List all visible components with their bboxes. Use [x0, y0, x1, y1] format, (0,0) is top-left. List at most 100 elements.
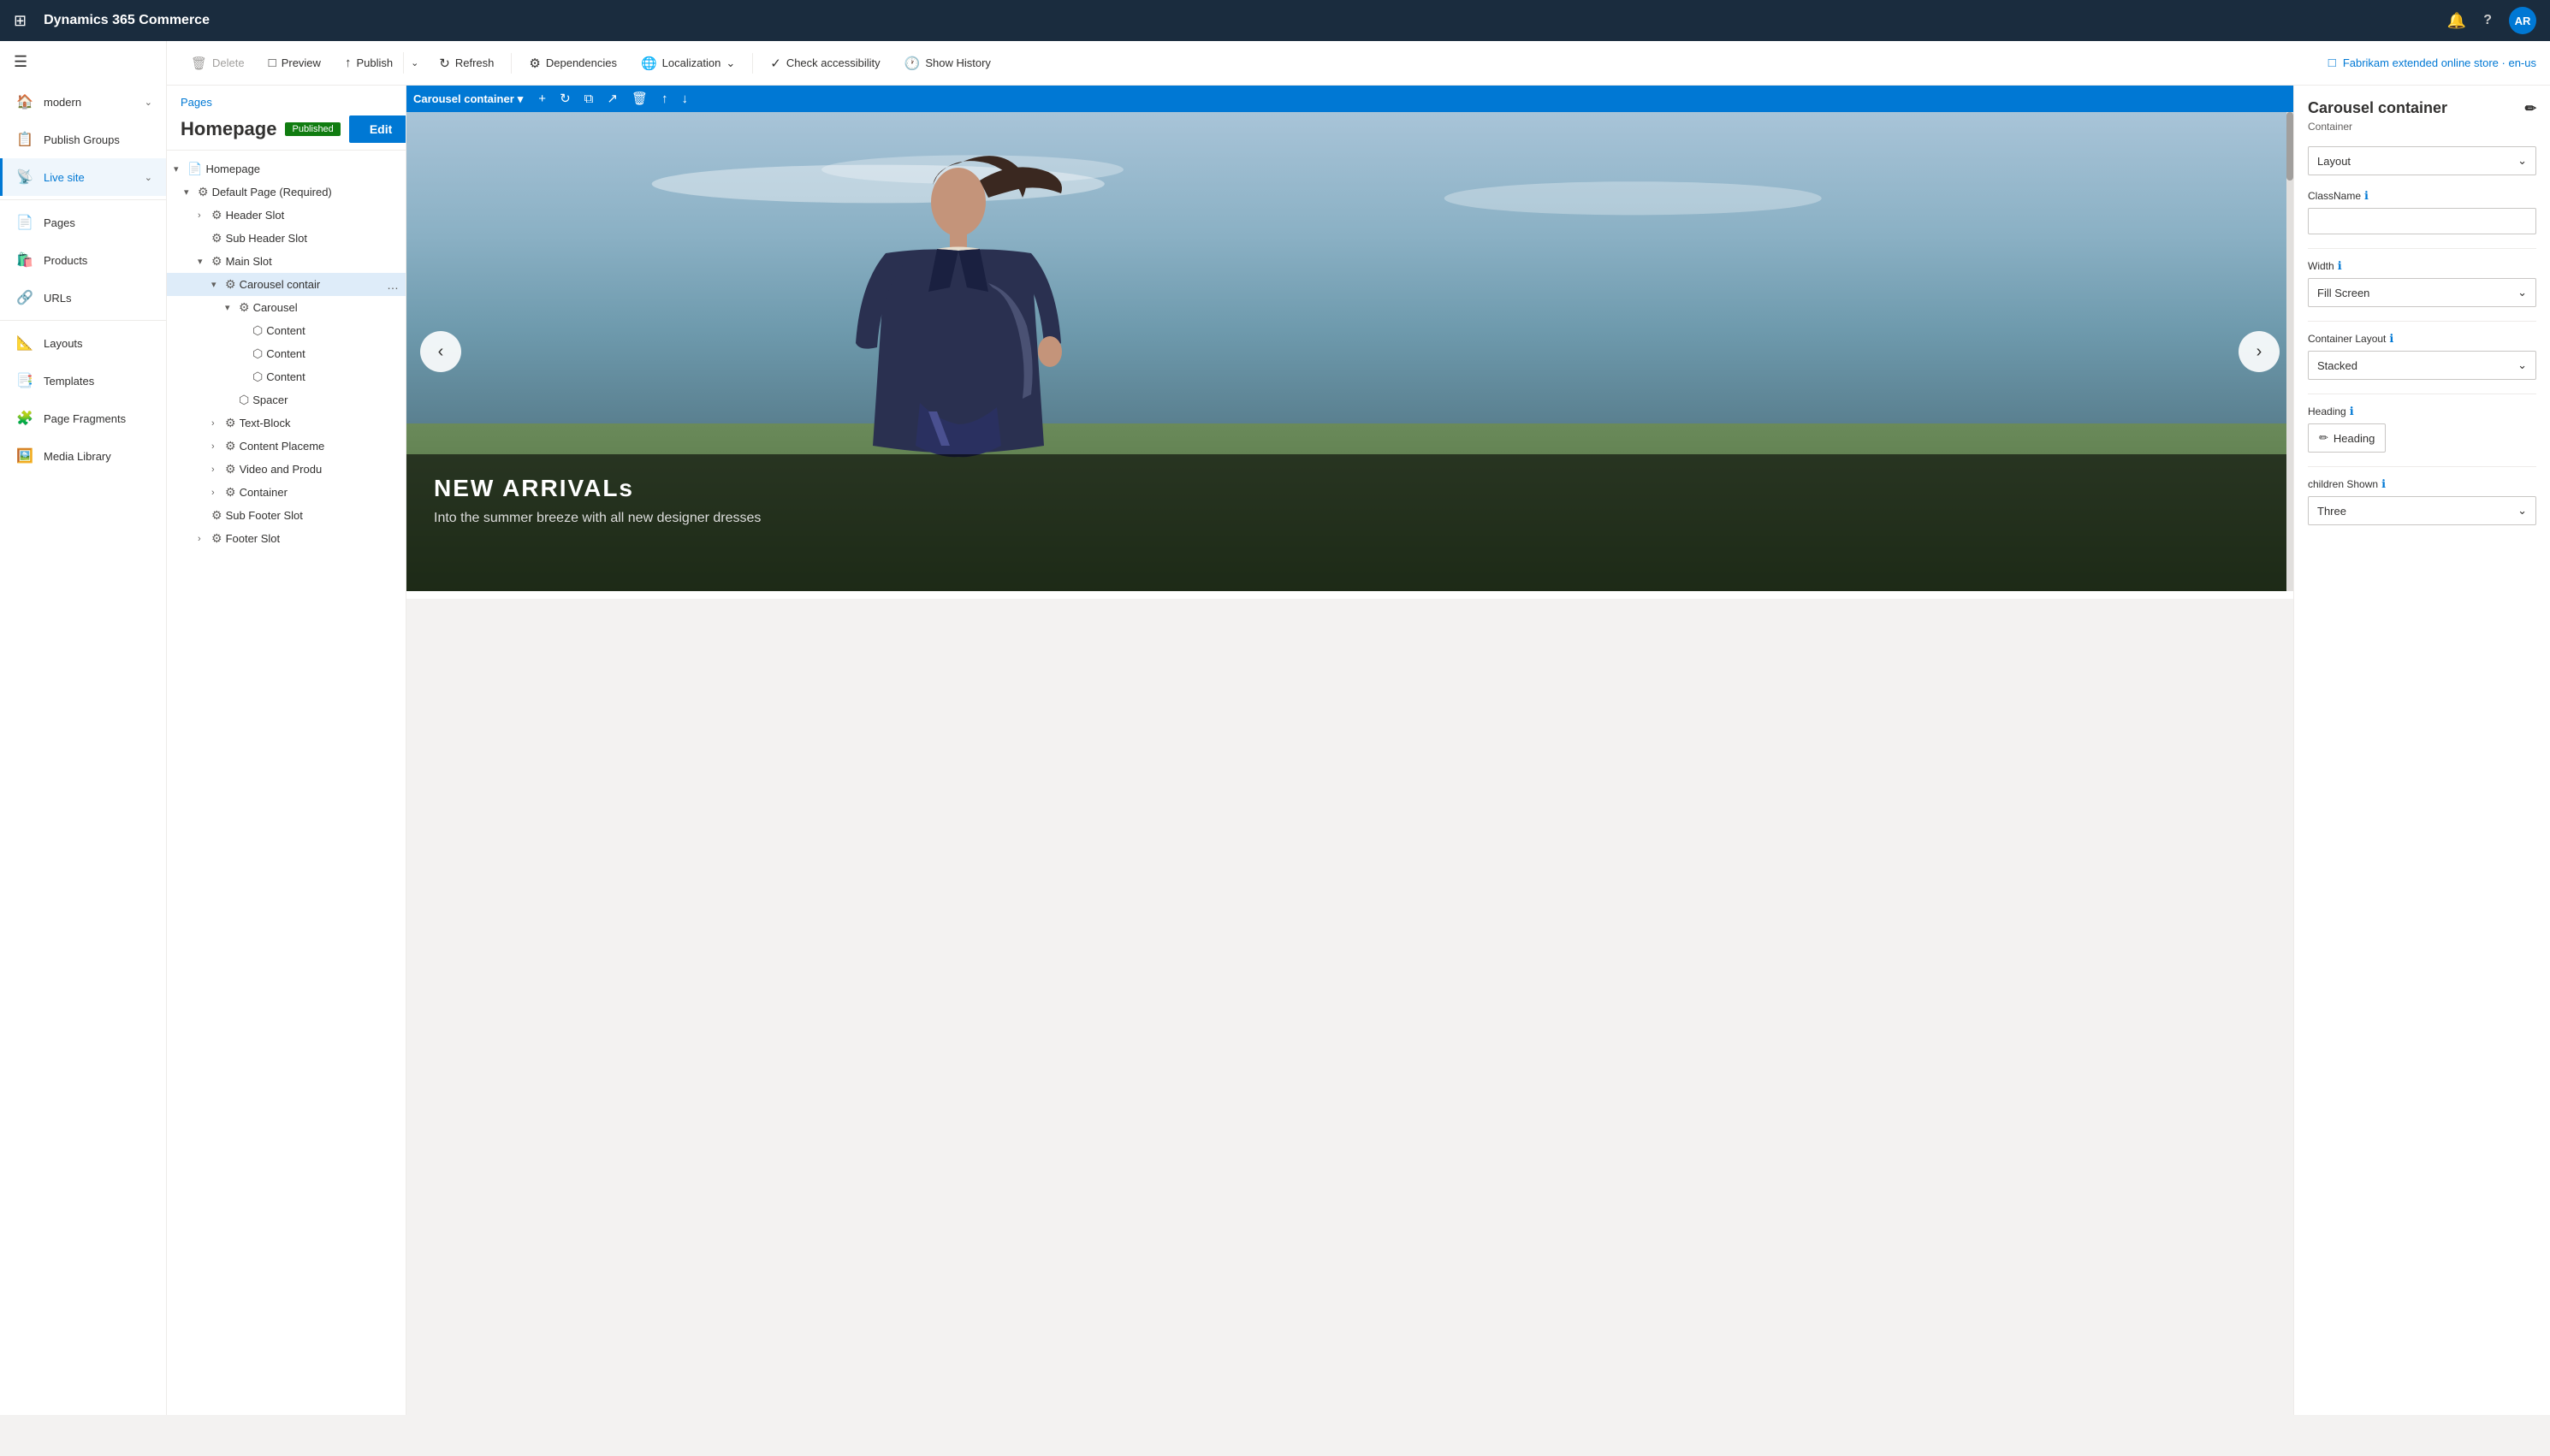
sidebar-item-pages[interactable]: 📄 Pages	[0, 204, 166, 241]
canvas-label-chevron: ▾	[518, 92, 524, 106]
right-panel-edit-icon[interactable]: ✏	[2525, 100, 2536, 117]
tree-item-footer[interactable]: › ⚙ Footer Slot	[167, 527, 406, 550]
more-options-icon[interactable]: …	[387, 278, 399, 292]
avatar[interactable]: AR	[2509, 7, 2536, 34]
width-dropdown-value: Fill Screen	[2317, 287, 2369, 299]
tree-item-label-cp: Content Placeme	[240, 440, 399, 453]
sidebar-item-templates[interactable]: 📑 Templates	[0, 362, 166, 400]
sidebar-item-publish-groups[interactable]: 📋 Publish Groups	[0, 121, 166, 158]
canvas-copy-button[interactable]: ⧉	[579, 89, 599, 109]
localization-label: Localization	[662, 56, 721, 69]
heading-edit-icon: ✏	[2319, 431, 2328, 445]
sidebar-item-publish-groups-label: Publish Groups	[44, 133, 152, 146]
slot-icon-c: ⚙	[239, 300, 250, 315]
page-tree: ▾ 📄 Homepage ▾ ⚙ Default Page (Required)…	[167, 151, 406, 557]
children-shown-value: Three	[2317, 505, 2346, 518]
preview-button[interactable]: □ Preview	[258, 50, 331, 75]
show-history-button[interactable]: 🕐 Show History	[894, 50, 1001, 76]
canvas-scrollbar[interactable]	[2286, 112, 2293, 591]
container-layout-dropdown[interactable]: Stacked ⌄	[2308, 351, 2536, 380]
tree-item-label-c: Carousel	[253, 301, 399, 314]
app-layout: ☰ 🏠 modern ⌄ 📋 Publish Groups 📡 Live sit…	[0, 41, 2550, 1415]
slot-icon-hs: ⚙	[211, 208, 222, 222]
help-icon[interactable]: ?	[2483, 13, 2492, 28]
canvas-wrapper[interactable]: Carousel container ▾ + ↻ ⧉ ↗ 🗑 ↑ ↓	[406, 86, 2293, 1415]
container-layout-info-icon[interactable]: ℹ	[2389, 332, 2393, 346]
preview-label: Preview	[282, 56, 321, 69]
sidebar-item-modern[interactable]: 🏠 modern ⌄	[0, 83, 166, 121]
sidebar-item-products[interactable]: 🛍️ Products	[0, 241, 166, 279]
hex-icon-c2: ⬡	[252, 346, 263, 361]
carousel-prev-button[interactable]: ‹	[420, 331, 461, 372]
children-shown-info-icon[interactable]: ℹ	[2381, 477, 2386, 491]
publish-dropdown-button[interactable]: ⌄	[403, 52, 425, 74]
tree-item-content-2[interactable]: ⬡ Content	[167, 342, 406, 365]
tree-item-sub-header-slot[interactable]: ⚙ Sub Header Slot	[167, 227, 406, 250]
canvas-area: Carousel container ▾ + ↻ ⧉ ↗ 🗑 ↑ ↓	[406, 86, 2293, 1415]
tree-item-content-3[interactable]: ⬡ Content	[167, 365, 406, 388]
sidebar-item-page-fragments-label: Page Fragments	[44, 412, 152, 425]
top-nav-right: 🔔 ? AR	[2447, 7, 2536, 34]
tree-item-homepage[interactable]: ▾ 📄 Homepage	[167, 157, 406, 181]
refresh-button[interactable]: ↻ Refresh	[429, 50, 504, 76]
slot-icon-cc: ⚙	[225, 277, 236, 292]
tree-item-default-page[interactable]: ▾ ⚙ Default Page (Required)	[167, 181, 406, 204]
canvas-add-button[interactable]: +	[533, 89, 551, 109]
sidebar-collapse-button[interactable]: ☰	[0, 41, 166, 83]
tree-item-header-slot[interactable]: › ⚙ Header Slot	[167, 204, 406, 227]
grid-icon[interactable]: ⊞	[14, 12, 27, 30]
classname-info-icon[interactable]: ℹ	[2364, 189, 2369, 203]
sidebar-item-media-library[interactable]: 🖼️ Media Library	[0, 437, 166, 475]
sidebar: ☰ 🏠 modern ⌄ 📋 Publish Groups 📡 Live sit…	[0, 41, 167, 1415]
tree-item-label-tb: Text-Block	[240, 417, 399, 429]
localization-button[interactable]: 🌐 Localization ⌄	[631, 50, 745, 76]
classname-label: ClassName ℹ	[2308, 189, 2536, 203]
layout-dropdown[interactable]: Layout ⌄	[2308, 146, 2536, 175]
tree-item-main-slot[interactable]: ▾ ⚙ Main Slot	[167, 250, 406, 273]
check-accessibility-button[interactable]: ✓ Check accessibility	[760, 50, 890, 76]
toolbar-separator-1	[511, 53, 512, 74]
tree-item-container[interactable]: › ⚙ Container	[167, 481, 406, 504]
canvas-export-button[interactable]: ↗	[602, 89, 623, 109]
tree-item-spacer[interactable]: ⬡ Spacer	[167, 388, 406, 411]
classname-input[interactable]	[2308, 208, 2536, 234]
heading-info-icon[interactable]: ℹ	[2350, 405, 2354, 418]
expand-icon-c: ▾	[225, 302, 239, 313]
tree-item-sub-footer[interactable]: ⚙ Sub Footer Slot	[167, 504, 406, 527]
canvas-refresh-button[interactable]: ↻	[554, 89, 576, 109]
sidebar-item-page-fragments[interactable]: 🧩 Page Fragments	[0, 400, 166, 437]
publish-icon: ↑	[345, 56, 352, 70]
width-info-icon[interactable]: ℹ	[2338, 259, 2342, 273]
tree-item-carousel-container[interactable]: ▾ ⚙ Carousel contair …	[167, 273, 406, 296]
refresh-label: Refresh	[455, 56, 495, 69]
right-panel-subtitle: Container	[2308, 121, 2536, 133]
tree-item-carousel[interactable]: ▾ ⚙ Carousel	[167, 296, 406, 319]
tree-item-video-products[interactable]: › ⚙ Video and Produ	[167, 458, 406, 481]
edit-button[interactable]: Edit	[349, 115, 406, 143]
heading-label-text: Heading	[2308, 405, 2346, 417]
dependencies-label: Dependencies	[546, 56, 617, 69]
tree-item-content-1[interactable]: ⬡ Content	[167, 319, 406, 342]
breadcrumb[interactable]: Pages	[181, 96, 392, 109]
publish-chevron-icon: ⌄	[411, 58, 418, 68]
heading-button[interactable]: ✏ Heading	[2308, 423, 2386, 453]
width-dropdown[interactable]: Fill Screen ⌄	[2308, 278, 2536, 307]
tree-item-text-block[interactable]: › ⚙ Text-Block	[167, 411, 406, 435]
sidebar-item-urls[interactable]: 🔗 URLs	[0, 279, 166, 317]
sidebar-item-layouts[interactable]: 📐 Layouts	[0, 324, 166, 362]
sidebar-item-live-site-label: Live site	[44, 171, 134, 184]
dependencies-button[interactable]: ⚙ Dependencies	[519, 50, 627, 76]
children-shown-dropdown[interactable]: Three ⌄	[2308, 496, 2536, 525]
publish-button[interactable]: ↑ Publish	[335, 50, 403, 75]
canvas-delete-button[interactable]: 🗑	[626, 89, 653, 109]
tree-item-content-placement[interactable]: › ⚙ Content Placeme	[167, 435, 406, 458]
expand-icon: ▾	[174, 163, 187, 175]
sidebar-item-live-site[interactable]: 📡 Live site ⌄	[0, 158, 166, 196]
right-panel-title: Carousel container ✏	[2308, 99, 2536, 117]
bell-icon[interactable]: 🔔	[2447, 12, 2466, 30]
page-area: Pages Homepage Published Edit ▾ 📄 Homepa…	[167, 86, 2550, 1415]
carousel-next-button[interactable]: ›	[2239, 331, 2280, 372]
delete-button[interactable]: 🗑 Delete	[181, 50, 255, 76]
canvas-down-button[interactable]: ↓	[676, 89, 693, 109]
canvas-up-button[interactable]: ↑	[656, 89, 673, 109]
